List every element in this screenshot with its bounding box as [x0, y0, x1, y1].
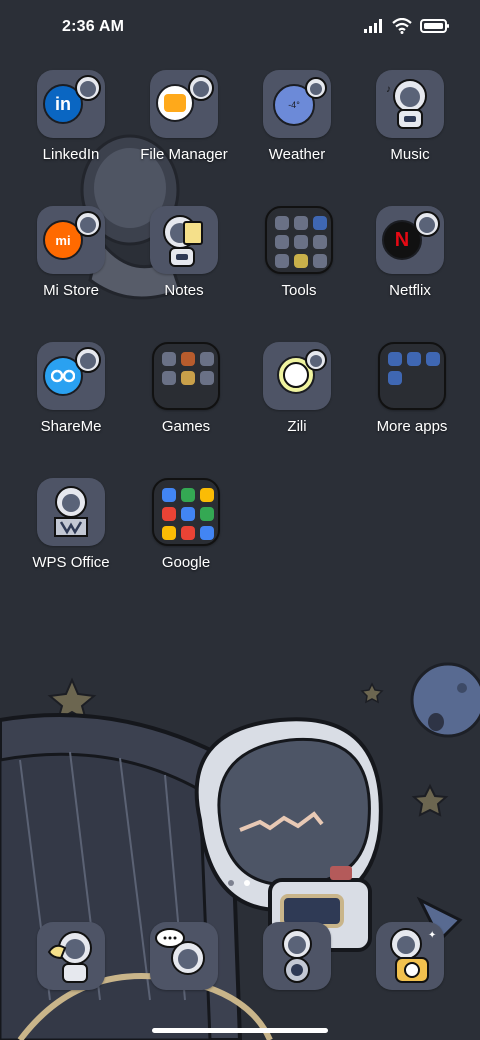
astronaut-mascot-icon — [188, 75, 214, 101]
app-label: Music — [390, 146, 430, 163]
app-tile: -4° — [263, 70, 331, 138]
folder-more-apps[interactable]: More apps — [352, 342, 472, 435]
app-label: Mi Store — [43, 282, 99, 299]
svg-text:♪: ♪ — [386, 84, 391, 95]
svg-text:✦: ✦ — [428, 930, 436, 941]
messages-icon — [150, 922, 218, 990]
app-tile — [263, 342, 331, 410]
app-label: File Manager — [140, 146, 228, 163]
planet — [410, 662, 480, 738]
app-tile: ♪ — [376, 70, 444, 138]
astronaut-mascot-icon — [414, 211, 440, 237]
app-tile: in — [37, 70, 105, 138]
folder-tools[interactable]: Tools — [239, 206, 359, 299]
app-netflix[interactable]: N Netflix — [350, 206, 470, 299]
folder-preview — [275, 216, 327, 268]
folder-tile — [265, 206, 333, 274]
page-dot-active[interactable] — [244, 880, 250, 886]
signal-icon — [364, 19, 382, 33]
app-wps-office[interactable]: WPS Office — [11, 478, 131, 571]
folder-preview — [388, 352, 440, 385]
app-label: Games — [161, 418, 211, 435]
app-mi-store[interactable]: mi Mi Store — [11, 206, 131, 299]
app-tile — [150, 206, 218, 274]
browser-icon — [263, 922, 331, 990]
camera-icon: ✦ — [376, 922, 444, 990]
astronaut-mascot-icon — [75, 347, 101, 373]
dock-messages[interactable] — [124, 922, 244, 990]
app-label: Netflix — [389, 282, 431, 299]
status-bar: 2:36 AM — [0, 0, 480, 56]
app-label: Google — [161, 554, 211, 571]
status-icons — [364, 18, 450, 34]
app-tile — [37, 478, 105, 546]
app-label: Weather — [268, 146, 326, 163]
folder-tile — [152, 342, 220, 410]
astronaut-mascot-icon — [75, 75, 101, 101]
app-label: Tools — [281, 282, 317, 299]
app-label: Notes — [164, 282, 204, 299]
app-music[interactable]: ♪ Music — [350, 70, 470, 163]
weather-temp: -4° — [288, 100, 300, 110]
app-zili[interactable]: Zili — [237, 342, 357, 435]
wifi-icon — [392, 18, 412, 34]
app-grid: in LinkedIn File Manager -4° Weather ♪ M… — [0, 0, 480, 620]
dock-browser[interactable] — [237, 922, 357, 990]
app-tile — [150, 70, 218, 138]
star — [411, 783, 449, 817]
phone-icon — [37, 922, 105, 990]
app-tile: mi — [37, 206, 105, 274]
home-indicator[interactable] — [152, 1028, 328, 1033]
dock-phone[interactable] — [11, 922, 131, 990]
app-label: Zili — [287, 418, 307, 435]
app-tile — [37, 342, 105, 410]
folder-games[interactable]: Games — [126, 342, 246, 435]
star — [360, 682, 384, 704]
folder-tile — [378, 342, 446, 410]
astronaut-mascot-icon — [305, 349, 327, 371]
astronaut-music-icon: ♪ — [386, 79, 427, 129]
mi-logo: mi — [55, 232, 71, 248]
dock: ✦ — [0, 918, 480, 998]
folder-preview — [162, 352, 214, 385]
status-time: 2:36 AM — [62, 18, 125, 35]
astronaut-mascot-icon — [75, 211, 101, 237]
app-notes[interactable]: Notes — [124, 206, 244, 299]
app-label: More apps — [376, 418, 448, 435]
app-file-manager[interactable]: File Manager — [124, 70, 244, 163]
app-label: WPS Office — [32, 554, 110, 571]
page-dot[interactable] — [228, 880, 234, 886]
astronaut-wps-icon — [54, 486, 88, 537]
astronaut-notes-icon — [163, 215, 203, 267]
battery-icon — [420, 19, 449, 33]
netflix-logo: N — [394, 228, 410, 251]
page-indicator — [228, 880, 250, 886]
app-weather[interactable]: -4° Weather — [237, 70, 357, 163]
folder-preview — [162, 488, 214, 540]
app-linkedin[interactable]: in LinkedIn — [11, 70, 131, 163]
app-shareme[interactable]: ShareMe — [11, 342, 131, 435]
dock-camera[interactable]: ✦ — [350, 922, 470, 990]
app-label: LinkedIn — [42, 146, 100, 163]
folder-tile — [152, 478, 220, 546]
app-label: ShareMe — [40, 418, 102, 435]
astronaut-mascot-icon — [305, 77, 327, 99]
app-tile: N — [376, 206, 444, 274]
folder-google[interactable]: Google — [126, 478, 246, 571]
